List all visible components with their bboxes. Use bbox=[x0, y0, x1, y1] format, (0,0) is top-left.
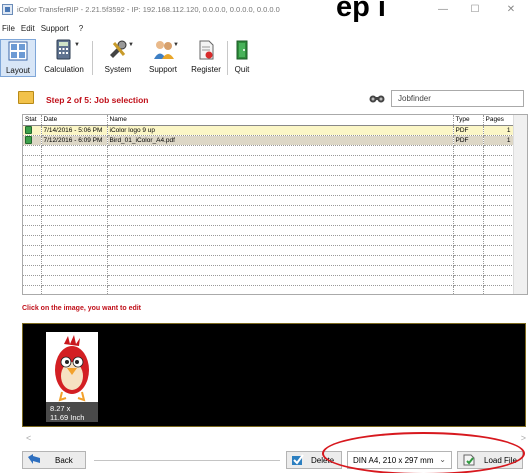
people-icon: ▼ bbox=[153, 39, 179, 61]
close-button[interactable]: ✕ bbox=[500, 3, 522, 17]
empty-row bbox=[23, 145, 514, 156]
window-title: iColor TransferRIP - 2.21.5f3592 - IP: 1… bbox=[17, 5, 280, 14]
annotation-circle bbox=[322, 432, 525, 473]
toolbar: Layout ▼ Calculation ▼ System ▼ Support … bbox=[0, 37, 528, 79]
empty-row bbox=[23, 155, 514, 166]
column-header-name[interactable]: Name bbox=[107, 115, 454, 126]
jobfinder-input[interactable] bbox=[391, 90, 524, 107]
bottom-divider-line bbox=[94, 460, 280, 461]
calculator-icon: ▼ bbox=[54, 39, 80, 61]
thumbnail-height: 11.69 Inch bbox=[50, 413, 85, 422]
job-status-icon bbox=[25, 126, 32, 134]
back-button[interactable]: Back bbox=[22, 451, 86, 469]
menu-edit[interactable]: Edit bbox=[21, 22, 35, 36]
calculation-label: Calculation bbox=[44, 65, 84, 74]
status-cell bbox=[23, 135, 42, 146]
empty-row bbox=[23, 165, 514, 176]
empty-row bbox=[23, 185, 514, 196]
tools-icon: ▼ bbox=[108, 39, 134, 61]
status-cell bbox=[23, 125, 42, 136]
register-label: Register bbox=[191, 65, 221, 74]
system-button[interactable]: ▼ System bbox=[100, 39, 136, 77]
binoculars-icon[interactable] bbox=[369, 94, 385, 103]
quit-label: Quit bbox=[234, 65, 250, 74]
app-icon bbox=[2, 4, 13, 15]
thumbnail-size-label: 8.27 x 11.69 Inch bbox=[50, 404, 84, 422]
menu-support[interactable]: Support bbox=[41, 22, 69, 36]
empty-row bbox=[23, 225, 514, 236]
step-header: Step 2 of 5: Job selection bbox=[0, 82, 528, 112]
table-scrollbar[interactable] bbox=[513, 115, 527, 294]
scroll-right-button[interactable]: > bbox=[521, 433, 526, 443]
exit-door-icon bbox=[232, 39, 252, 61]
table-row[interactable]: 7/14/2016 - 5:06 PM iColor logo 9 up PDF… bbox=[23, 125, 514, 136]
calculation-dropdown-icon: ▼ bbox=[74, 42, 80, 48]
empty-row bbox=[23, 255, 514, 266]
empty-row bbox=[23, 215, 514, 226]
support-label: Support bbox=[148, 65, 178, 74]
maximize-button[interactable]: ☐ bbox=[464, 3, 486, 17]
back-arrow-icon bbox=[27, 454, 41, 466]
back-label: Back bbox=[55, 456, 73, 465]
type-cell: PDF bbox=[453, 135, 484, 146]
job-status-icon bbox=[25, 136, 32, 144]
step-title: Step 2 of 5: Job selection bbox=[46, 95, 149, 105]
system-label: System bbox=[104, 65, 132, 74]
table-row[interactable]: 7/12/2016 - 6:09 PM Bird_01_iColor_A4.pd… bbox=[23, 135, 514, 146]
support-button[interactable]: ▼ Support bbox=[144, 39, 182, 77]
register-button[interactable]: Register bbox=[187, 39, 225, 77]
empty-row bbox=[23, 235, 514, 246]
date-cell: 7/12/2016 - 6:09 PM bbox=[41, 135, 108, 146]
edit-hint-text: Click on the image, you want to edit bbox=[22, 305, 142, 312]
calculation-button[interactable]: ▼ Calculation bbox=[42, 39, 86, 77]
folder-icon bbox=[18, 91, 34, 104]
menu-bar: File Edit Support ? bbox=[0, 22, 528, 36]
column-header-pages[interactable]: Pages bbox=[483, 115, 514, 126]
menu-help[interactable]: ? bbox=[79, 22, 83, 36]
preview-area: 8.27 x 11.69 Inch bbox=[22, 323, 526, 427]
column-header-type[interactable]: Type bbox=[453, 115, 484, 126]
layout-button[interactable]: Layout bbox=[0, 39, 36, 77]
register-document-icon bbox=[196, 39, 216, 61]
job-table-grid: Stat Date Name Type Pages 7/14/2016 - 5:… bbox=[23, 115, 514, 294]
toolbar-divider bbox=[92, 41, 93, 75]
layout-label: Layout bbox=[5, 66, 31, 75]
name-cell: iColor logo 9 up bbox=[107, 125, 454, 136]
type-cell: PDF bbox=[453, 125, 484, 136]
empty-row bbox=[23, 285, 514, 294]
empty-row bbox=[23, 195, 514, 206]
system-dropdown-icon: ▼ bbox=[128, 42, 134, 48]
pages-cell: 1 bbox=[483, 135, 514, 146]
table-header-row: Stat Date Name Type Pages bbox=[23, 115, 514, 126]
column-header-stat[interactable]: Stat bbox=[23, 115, 42, 126]
quit-button[interactable]: Quit bbox=[230, 39, 254, 77]
scroll-left-button[interactable]: < bbox=[26, 433, 31, 443]
menu-file[interactable]: File bbox=[2, 22, 15, 36]
layout-grid-icon bbox=[8, 40, 28, 62]
name-cell: Bird_01_iColor_A4.pdf bbox=[107, 135, 454, 146]
title-bar: iColor TransferRIP - 2.21.5f3592 - IP: 1… bbox=[0, 0, 528, 23]
job-table: Stat Date Name Type Pages 7/14/2016 - 5:… bbox=[22, 114, 528, 295]
overlay-heading: ep i bbox=[336, 0, 386, 23]
column-header-date[interactable]: Date bbox=[41, 115, 108, 126]
empty-row bbox=[23, 205, 514, 216]
empty-row bbox=[23, 175, 514, 186]
empty-row bbox=[23, 245, 514, 256]
empty-row bbox=[23, 265, 514, 276]
minimize-button[interactable]: — bbox=[432, 3, 454, 17]
toolbar-divider bbox=[227, 41, 228, 75]
empty-row bbox=[23, 275, 514, 286]
delete-icon bbox=[291, 454, 305, 466]
date-cell: 7/14/2016 - 5:06 PM bbox=[41, 125, 108, 136]
thumbnail-width: 8.27 x bbox=[50, 404, 71, 413]
support-dropdown-icon: ▼ bbox=[173, 42, 179, 48]
pages-cell: 1 bbox=[483, 125, 514, 136]
